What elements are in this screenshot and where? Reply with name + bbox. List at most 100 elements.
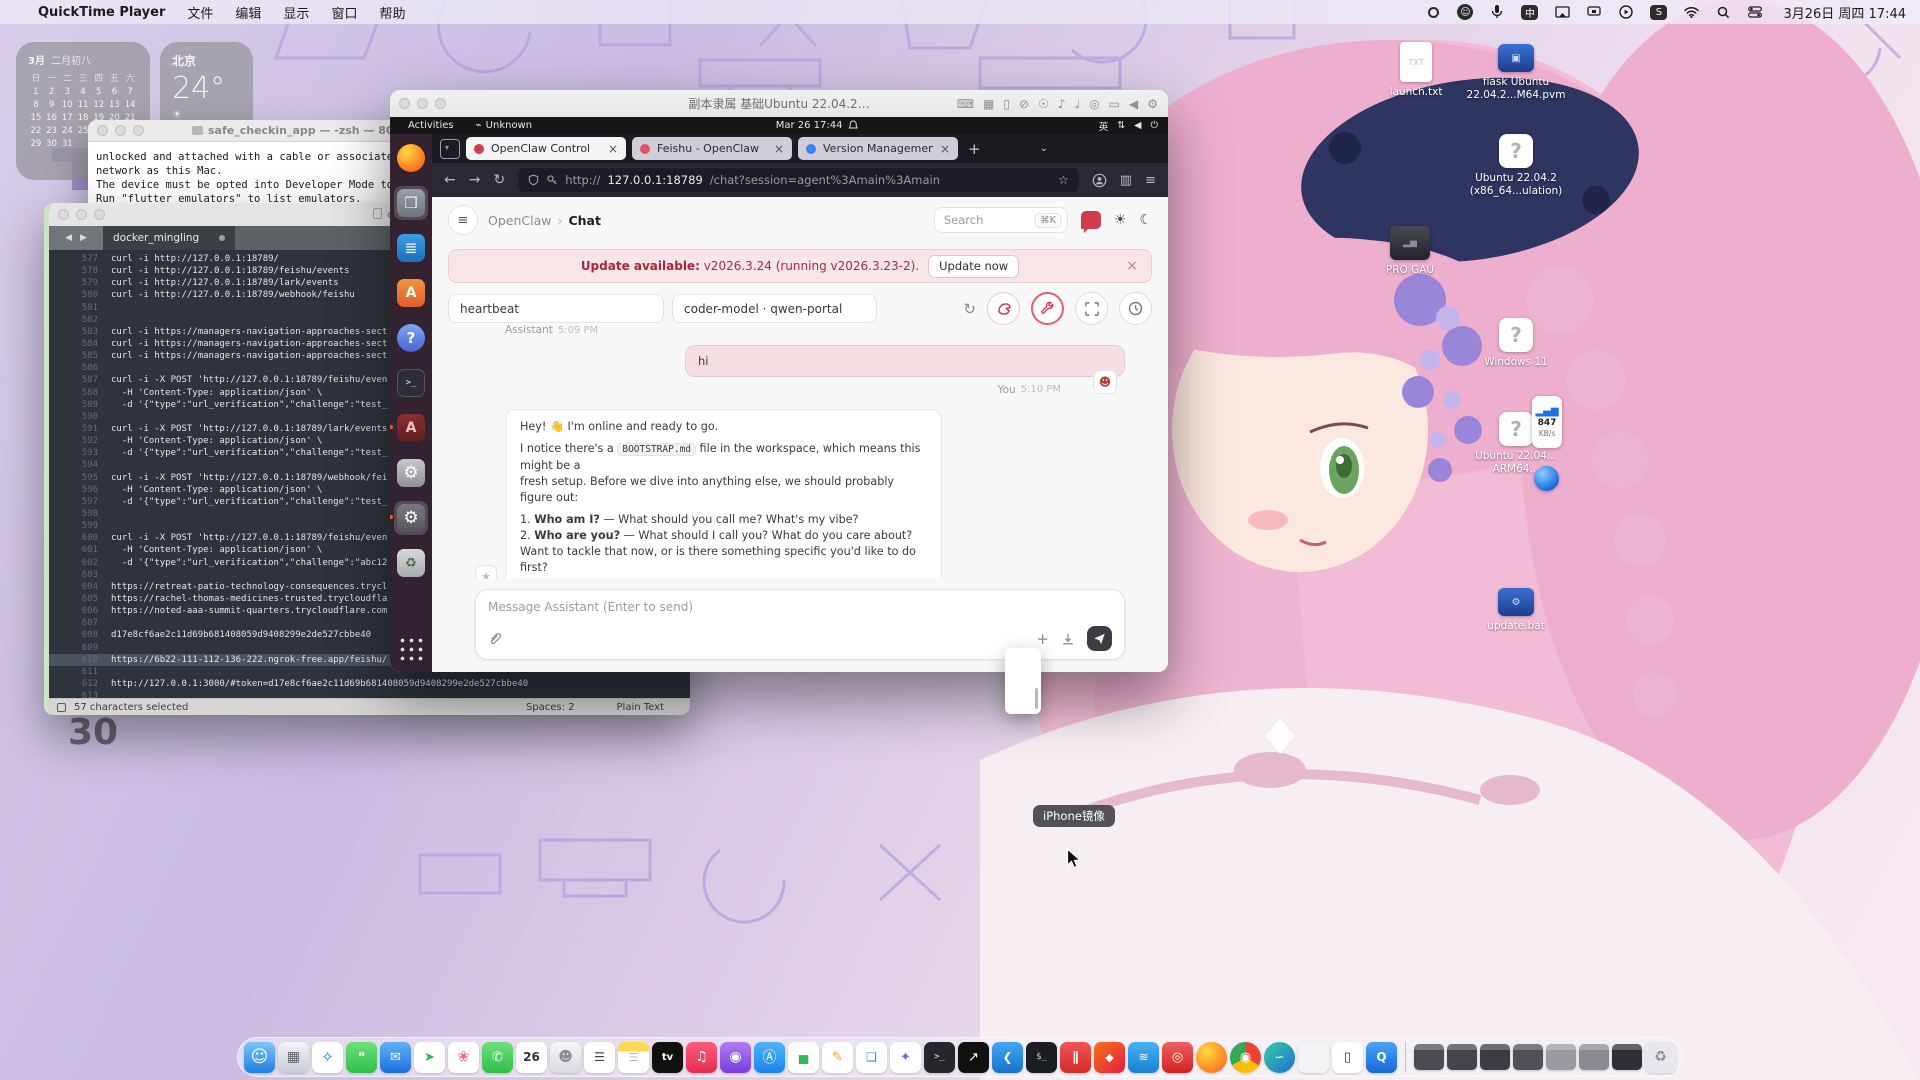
camera-icon[interactable]: ◎ (1089, 97, 1099, 111)
docker[interactable]: ≋ (1128, 1042, 1159, 1073)
libreoffice-writer[interactable]: ≣ (394, 231, 428, 265)
mic-icon[interactable] (1489, 4, 1505, 20)
tab-prev-icon[interactable]: ◀ (65, 233, 72, 243)
trash[interactable]: ♻ (1645, 1042, 1676, 1073)
launchpad[interactable]: ▦ (278, 1042, 309, 1073)
active-app-menu[interactable]: QuickTime Player (38, 5, 165, 20)
add-icon[interactable]: + (1036, 630, 1049, 648)
item-pro-gau[interactable]: ▂▅ PRO GAU (1362, 226, 1458, 277)
back-icon[interactable]: ◀ (1129, 97, 1138, 111)
emoji-icon[interactable]: ☺ (1457, 4, 1473, 20)
input-source-zh[interactable]: 中 (1521, 5, 1538, 20)
minimized-window[interactable] (1546, 1044, 1576, 1070)
download-icon[interactable] (1061, 632, 1075, 646)
indent-status[interactable]: Spaces: 2 (526, 702, 575, 713)
menu-item[interactable]: 显示 (283, 3, 309, 22)
minimized-window[interactable] (1414, 1044, 1444, 1070)
menu-bar-clock[interactable]: 3月26日 周四 17:44 (1783, 3, 1906, 22)
scan-button[interactable] (1075, 292, 1108, 325)
claw-button[interactable] (987, 292, 1020, 325)
search-input[interactable]: Search⌘K (934, 207, 1068, 233)
firefox-window[interactable]: OpenClaw Control× Feishu - OpenClaw× Versi… (432, 134, 1168, 672)
terminal[interactable]: >_ (924, 1042, 955, 1073)
tab-next-icon[interactable]: ▶ (80, 233, 87, 243)
red-app[interactable]: ◎ (1162, 1042, 1193, 1073)
library-icon[interactable]: ▥ (1120, 173, 1132, 188)
minimized-window[interactable] (1480, 1044, 1510, 1070)
settings-icon[interactable]: ⚙ (1147, 97, 1158, 111)
terminal[interactable]: >_ (394, 366, 428, 400)
screen-mirroring-icon[interactable] (1554, 4, 1570, 20)
numbers[interactable]: ▅ (788, 1042, 819, 1073)
menu-item[interactable]: 帮助 (379, 3, 405, 22)
wifi-icon[interactable] (1683, 4, 1699, 20)
keyboard-icon[interactable]: ⌨ (957, 97, 974, 111)
s-app-icon[interactable]: S (1650, 5, 1667, 20)
chat-scroll-area[interactable]: Assistant5:09 PM hi You5:10 PM ☻ ★ Hey! … (432, 325, 1168, 579)
vm-flask-ubuntu[interactable]: ▣ flask Ubuntu 22.04.2...M64.pvm (1468, 44, 1564, 102)
file-launch-txt[interactable]: TXT launch.txt (1368, 42, 1464, 99)
safari[interactable]: ✧ (312, 1042, 343, 1073)
blocked-icon[interactable]: ⊘ (1019, 97, 1029, 111)
window-controls[interactable] (97, 125, 144, 136)
firefox[interactable] (1196, 1042, 1227, 1073)
account-icon[interactable] (1092, 173, 1107, 188)
iphone-mirroring[interactable]: ▯ (1332, 1042, 1363, 1073)
browser-tab[interactable]: Feishu - OpenClaw× (632, 137, 792, 160)
display-share-icon[interactable] (1586, 4, 1602, 20)
vm-title-bar[interactable]: 副本隶属 基础Ubuntu 22.04.2… ⌨▦▯⊘☉♪♩◎▭◀⚙ (390, 90, 1168, 117)
power-icon[interactable]: ⏻ (1150, 120, 1158, 131)
white-app[interactable] (1298, 1042, 1329, 1073)
chrome[interactable]: ◉ (1230, 1042, 1261, 1073)
network-icon[interactable]: ⇅ (1117, 120, 1125, 131)
notes[interactable]: ☰ (618, 1042, 649, 1073)
attachment-icon[interactable] (488, 631, 502, 646)
sound-icon[interactable]: ♪ (1058, 97, 1066, 111)
search-icon[interactable] (1715, 4, 1731, 20)
stocks[interactable]: ↗ (958, 1042, 989, 1073)
vm-ubuntu-x86[interactable]: ? Ubuntu 22.04.2 (x86_64...ulation) (1468, 134, 1564, 198)
ubuntu-software[interactable]: A (394, 276, 428, 310)
photos[interactable]: ❀ (448, 1042, 479, 1073)
maps[interactable]: ➤ (414, 1042, 445, 1073)
history-clock-button[interactable] (1119, 292, 1152, 325)
menu-item[interactable]: 文件 (187, 3, 213, 22)
url-bar[interactable]: http://127.0.0.1:18789/chat?session=agen… (518, 168, 1079, 192)
music[interactable]: ♫ (686, 1042, 717, 1073)
new-tab-button[interactable]: + (968, 140, 981, 158)
blue-app-shortcut[interactable] (1534, 466, 1559, 491)
mic-icon[interactable]: ♩ (1075, 97, 1081, 111)
focused-app-name[interactable]: Unknown (486, 120, 532, 131)
settings[interactable]: ⚙ (394, 456, 428, 490)
messages[interactable]: ❝ (346, 1042, 377, 1073)
firefox[interactable] (394, 141, 428, 175)
editor-line[interactable]: 613 (49, 690, 690, 698)
red-a-app[interactable]: A (394, 411, 428, 445)
wrench-button[interactable] (1031, 292, 1064, 325)
model-field[interactable]: coder-model · qwen-portal (672, 294, 877, 323)
keynote[interactable]: ❑ (856, 1042, 887, 1073)
syntax-mode[interactable]: Plain Text (617, 702, 664, 713)
cpu-icon[interactable]: ▦ (983, 97, 994, 111)
reload-button[interactable]: ↻ (493, 172, 505, 188)
calendar[interactable]: 26 (516, 1042, 547, 1073)
reminders[interactable]: ☰ (584, 1042, 615, 1073)
minimized-window[interactable] (1447, 1044, 1477, 1070)
tab-close-icon[interactable]: × (774, 142, 784, 156)
composer-placeholder[interactable]: Message Assistant (Enter to send) (488, 600, 1112, 614)
minimized-window[interactable] (1513, 1044, 1543, 1070)
network-monitor-widget[interactable]: ▂▄▆ 847 KB/s (1532, 396, 1562, 448)
banner-close-icon[interactable]: × (1126, 258, 1138, 274)
freeform[interactable]: ✦ (890, 1042, 921, 1073)
tv[interactable]: tv (652, 1042, 683, 1073)
volume-icon[interactable]: ◀ (1134, 120, 1141, 131)
play-circle-icon[interactable] (1618, 4, 1634, 20)
browser-tab[interactable]: Version Management (× (798, 137, 958, 160)
settings-alt[interactable]: ⚙ (394, 501, 428, 535)
tab-list-icon[interactable] (440, 139, 460, 159)
file-update-bat[interactable]: ⚙ update.bat (1468, 588, 1564, 633)
parallels[interactable]: ∥ (1060, 1042, 1091, 1073)
browser-tab[interactable]: OpenClaw Control× (466, 137, 626, 160)
forward-button[interactable]: → (469, 172, 481, 188)
dark-theme-icon[interactable]: ☾ (1139, 212, 1152, 228)
